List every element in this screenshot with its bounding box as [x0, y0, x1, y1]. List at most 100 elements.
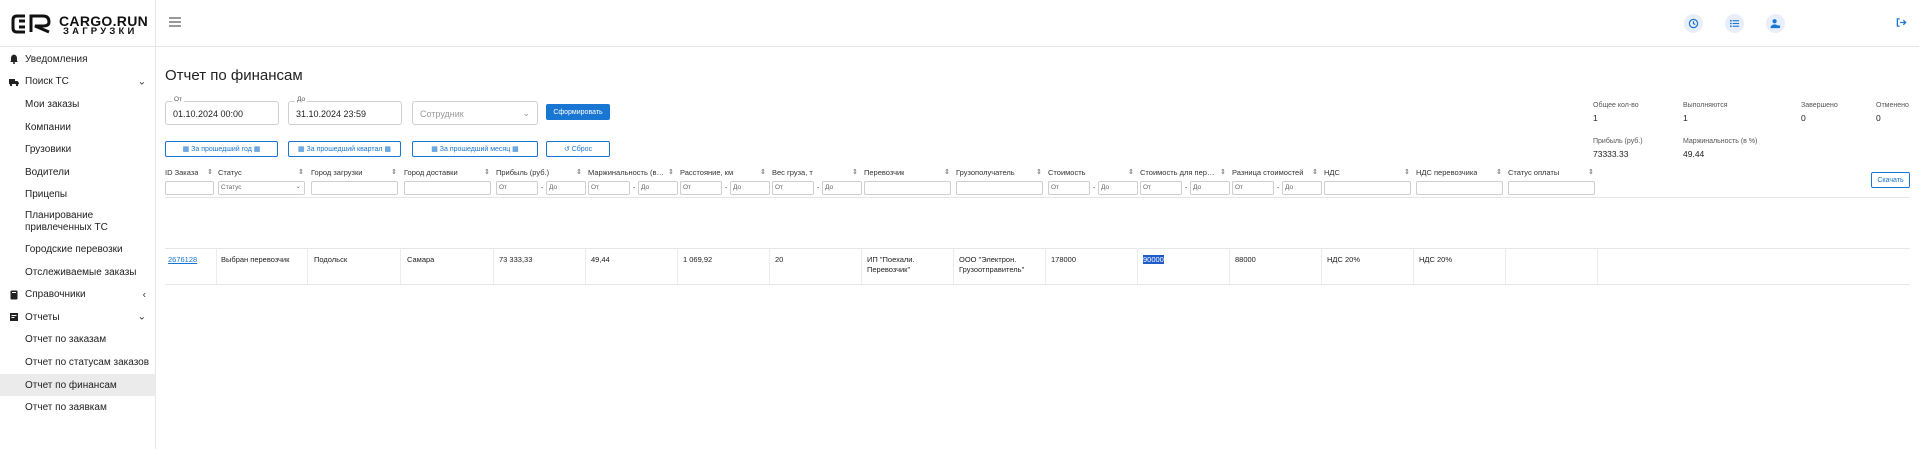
sidebar-item-orders-report[interactable]: Отчет по заказам [0, 329, 156, 352]
last-year-button[interactable]: ▦ За прошедший год ▦ [165, 141, 278, 157]
last-month-button[interactable]: ▦ За прошедший месяц ▦ [412, 141, 538, 157]
column-header-payment-status[interactable]: Статус оплаты ⇕ [1508, 168, 1594, 180]
menu-icon[interactable] [169, 17, 181, 27]
filter-carrier-vat[interactable] [1416, 181, 1503, 195]
sort-icon[interactable]: ⇕ [668, 168, 674, 176]
filter-profit-to[interactable]: До [546, 181, 586, 195]
filter-load-city[interactable] [311, 181, 398, 195]
column-header-carrier-cost[interactable]: Стоимость для перевозчика ⇕ [1140, 168, 1226, 180]
history-button[interactable] [1684, 14, 1703, 33]
sidebar-item-status-report[interactable]: Отчет по статусам заказов [0, 351, 156, 374]
cell-margin: 49,44 [591, 255, 610, 264]
reset-button[interactable]: ↺ Сброс [546, 141, 610, 157]
sidebar-item-tracked-orders[interactable]: Отслеживаемые заказы [0, 261, 156, 284]
last-quarter-label: За прошедший квартал [306, 145, 383, 153]
sort-icon[interactable]: ⇕ [1588, 168, 1594, 176]
column-header-weight[interactable]: Вес груза, т ⇕ [772, 168, 858, 180]
list-button[interactable] [1725, 14, 1744, 33]
logo[interactable]: CARGO.RUN ЗАГРУЗКИ [11, 12, 148, 38]
filter-carrier-cost-to[interactable]: До [1190, 181, 1230, 195]
sidebar-item-finance-report[interactable]: Отчет по финансам [0, 373, 156, 397]
sort-icon[interactable]: ⇕ [760, 168, 766, 176]
date-from-field[interactable]: От 01.10.2024 00:00 [165, 96, 279, 125]
filter-consignee[interactable] [956, 181, 1043, 195]
filter-cost-diff-to[interactable]: До [1282, 181, 1322, 195]
sort-icon[interactable]: ⇕ [1220, 168, 1226, 176]
filter-delivery-city[interactable] [404, 181, 491, 195]
column-header-vat[interactable]: НДС ⇕ [1324, 168, 1410, 180]
sidebar-item-trucks[interactable]: Грузовики [0, 138, 156, 161]
sort-icon[interactable]: ⇕ [1036, 168, 1042, 176]
filter-cost-diff-from[interactable]: От [1232, 181, 1274, 195]
range-dash: - [1093, 185, 1096, 192]
sidebar-item-drivers[interactable]: Водители [0, 161, 156, 184]
sidebar-item-trailers[interactable]: Прицепы [0, 184, 156, 207]
column-header-id[interactable]: ID Заказа ⇕ [165, 168, 213, 180]
sort-icon[interactable]: ⇕ [298, 168, 304, 176]
column-divider [861, 248, 862, 284]
filter-carrier-cost-from[interactable]: От [1140, 181, 1182, 195]
sort-icon[interactable]: ⇕ [1404, 168, 1410, 176]
column-header-label: Стоимость [1048, 168, 1086, 177]
sidebar-item-companies[interactable]: Компании [0, 116, 156, 139]
column-header-distance[interactable]: Расстояние, км ⇕ [680, 168, 766, 180]
sort-icon[interactable]: ⇕ [1312, 168, 1318, 176]
column-header-cost[interactable]: Стоимость ⇕ [1048, 168, 1134, 180]
last-quarter-button[interactable]: ▦ За прошедший квартал ▦ [288, 141, 401, 157]
sidebar-item-reports[interactable]: Отчеты ⌄ [0, 306, 156, 329]
filter-profit-from[interactable]: От [496, 181, 538, 195]
sidebar-item-planning[interactable]: Планирование привлеченных ТС [0, 206, 156, 238]
cell-id[interactable]: 2676128 [168, 255, 214, 265]
filter-cost-from[interactable]: От [1048, 181, 1090, 195]
filter-weight-from[interactable]: От [772, 181, 814, 195]
column-header-consignee[interactable]: Грузополучатель ⇕ [956, 168, 1042, 180]
sort-icon[interactable]: ⇕ [207, 168, 213, 176]
filter-distance-from[interactable]: От [680, 181, 722, 195]
column-header-load-city[interactable]: Город загрузки ⇕ [311, 168, 397, 180]
sidebar-item-requests-report[interactable]: Отчет по заявкам [0, 396, 156, 419]
filter-payment-status[interactable] [1508, 181, 1595, 195]
sidebar-item-notifications[interactable]: Уведомления [0, 48, 156, 71]
sidebar-item-directories[interactable]: Справочники ‹ [0, 283, 156, 306]
sort-icon[interactable]: ⇕ [391, 168, 397, 176]
sort-icon[interactable]: ⇕ [852, 168, 858, 176]
column-header-carrier[interactable]: Перевозчик ⇕ [864, 168, 950, 180]
column-header-status[interactable]: Статус ⇕ [218, 168, 304, 180]
stat-cancelled-value: 0 [1876, 113, 1881, 123]
sort-icon[interactable]: ⇕ [1496, 168, 1502, 176]
filter-vat[interactable] [1324, 181, 1411, 195]
filter-id[interactable] [165, 181, 214, 195]
filter-distance-to[interactable]: До [730, 181, 770, 195]
sort-icon[interactable]: ⇕ [1128, 168, 1134, 176]
column-header-carrier-vat[interactable]: НДС перевозчика ⇕ [1416, 168, 1502, 180]
filter-carrier[interactable] [864, 181, 951, 195]
column-header-profit[interactable]: Прибыль (руб.) ⇕ [496, 168, 582, 180]
column-divider [953, 248, 954, 284]
column-divider [1137, 248, 1138, 284]
sort-icon[interactable]: ⇕ [944, 168, 950, 176]
sidebar-item-search-vehicles[interactable]: Поиск ТС ⌄ [0, 71, 156, 94]
filter-weight-to[interactable]: До [822, 181, 862, 195]
reset-label: Сброс [571, 145, 593, 153]
date-to-field[interactable]: До 31.10.2024 23:59 [288, 96, 402, 125]
filter-margin-from[interactable]: От [588, 181, 630, 195]
sort-icon[interactable]: ⇕ [576, 168, 582, 176]
sidebar-item-my-orders[interactable]: Мои заказы [0, 93, 156, 116]
filter-status-select[interactable]: Статус ⌄ [218, 181, 305, 195]
column-header-margin[interactable]: Маржинальность (в %) ⇕ [588, 168, 674, 180]
filter-margin-to[interactable]: До [638, 181, 678, 195]
column-header-delivery-city[interactable]: Город доставки ⇕ [404, 168, 490, 180]
user-settings-button[interactable] [1766, 14, 1785, 33]
logout-icon[interactable] [1896, 17, 1907, 28]
employee-select[interactable]: Сотрудник ⌄ [412, 101, 538, 125]
column-header-label: Прибыль (руб.) [496, 168, 550, 177]
sidebar-item-city-transport[interactable]: Городские перевозки [0, 238, 156, 261]
cell-load-city: Подольск [314, 255, 348, 264]
download-button[interactable]: Скачать [1871, 172, 1910, 188]
sort-icon[interactable]: ⇕ [484, 168, 490, 176]
calendar-icon: ▦ [510, 146, 519, 153]
column-header-cost-diff[interactable]: Разница стоимостей ⇕ [1232, 168, 1318, 180]
cell-cost: 178000 [1051, 255, 1077, 264]
filter-cost-to[interactable]: До [1098, 181, 1138, 195]
generate-button[interactable]: Сформировать [546, 104, 610, 120]
